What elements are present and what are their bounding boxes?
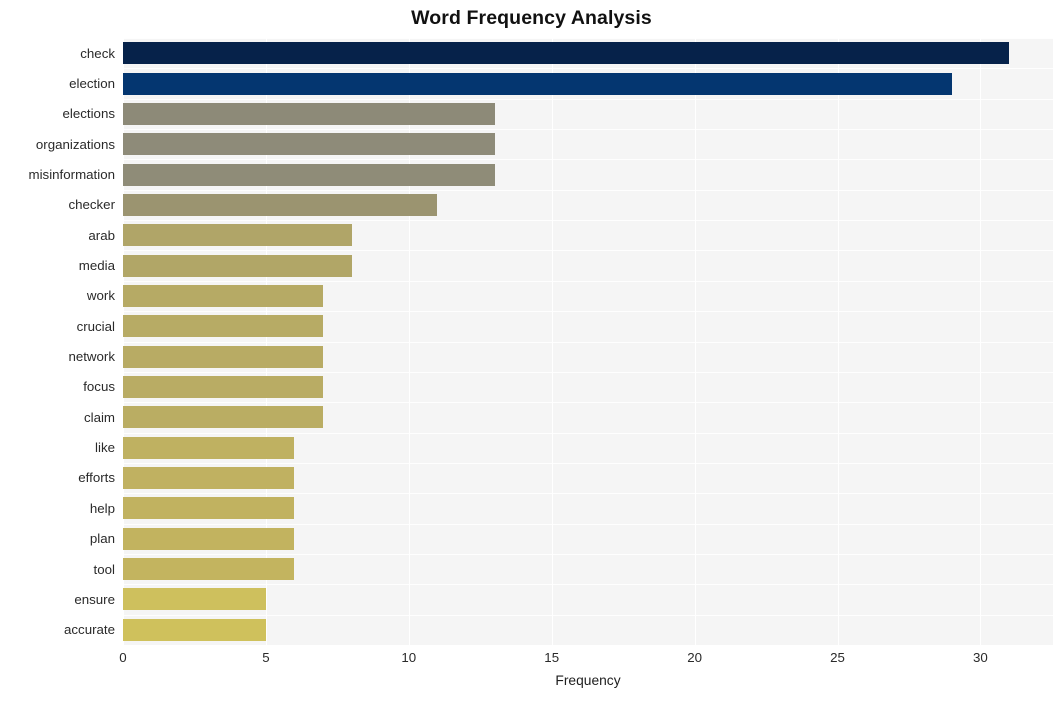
y-tick-label-help: help (89, 500, 115, 516)
chart-title: Word Frequency Analysis (411, 7, 652, 29)
bar-row (123, 345, 1053, 368)
y-tick-label-media: media (78, 258, 115, 274)
bar-row (123, 558, 1053, 581)
y-tick-label-work: work (86, 288, 115, 304)
bar-row (123, 527, 1053, 550)
y-tick-label-accurate: accurate (64, 622, 115, 638)
bars-layer (123, 38, 1053, 645)
bar-row (123, 102, 1053, 125)
y-tick-label-organizations: organizations (35, 136, 115, 152)
bar-row (123, 284, 1053, 307)
bar-elections[interactable] (123, 102, 495, 125)
x-tick-label-5: 5 (262, 650, 270, 665)
y-axis-category-labels: check election elections organizations misin… (0, 38, 115, 645)
x-tick-label-30: 30 (973, 650, 988, 665)
y-tick-label-elections: elections (62, 106, 115, 122)
bar-claim[interactable] (123, 406, 324, 429)
bar-arab[interactable] (123, 224, 352, 247)
y-tick-label-arab: arab (88, 227, 115, 243)
bar-election[interactable] (123, 72, 952, 95)
bar-row (123, 588, 1053, 611)
bar-ensure[interactable] (123, 588, 266, 611)
y-tick-label-network: network (68, 349, 115, 365)
x-axis-title: Frequency (555, 673, 621, 688)
word-frequency-chart: Word Frequency Analysis check election ele… (0, 0, 1063, 701)
bar-work[interactable] (123, 284, 324, 307)
bar-tool[interactable] (123, 558, 295, 581)
x-tick-label-15: 15 (544, 650, 560, 665)
y-tick-label-tool: tool (93, 561, 115, 577)
bar-row (123, 467, 1053, 490)
bar-organizations[interactable] (123, 133, 495, 156)
bar-media[interactable] (123, 254, 352, 277)
bar-row (123, 163, 1053, 186)
x-tick-label-20: 20 (687, 650, 702, 665)
x-axis-tick-labels: 0 5 10 15 20 25 30 (119, 645, 1053, 675)
bar-focus[interactable] (123, 376, 324, 399)
bar-row (123, 42, 1053, 65)
y-tick-label-plan: plan (89, 531, 115, 547)
bar-accurate[interactable] (123, 618, 266, 641)
y-tick-label-claim: claim (83, 409, 115, 425)
bar-row (123, 72, 1053, 95)
bar-row (123, 406, 1053, 429)
bar-row (123, 618, 1053, 641)
x-tick-label-25: 25 (830, 650, 845, 665)
bar-check[interactable] (123, 42, 1009, 65)
y-tick-label-ensure: ensure (74, 591, 115, 607)
y-tick-label-check: check (80, 45, 115, 61)
y-tick-label-election: election (69, 75, 115, 91)
bar-row (123, 193, 1053, 216)
bar-misinformation[interactable] (123, 163, 495, 186)
bar-efforts[interactable] (123, 467, 295, 490)
bar-network[interactable] (123, 345, 324, 368)
bar-row (123, 315, 1053, 338)
bar-row (123, 133, 1053, 156)
bar-row (123, 254, 1053, 277)
bar-row (123, 224, 1053, 247)
bar-crucial[interactable] (123, 315, 324, 338)
plot-area (123, 38, 1053, 646)
bar-checker[interactable] (123, 193, 438, 216)
bar-plan[interactable] (123, 527, 295, 550)
y-tick-label-crucial: crucial (76, 318, 115, 334)
bar-row (123, 376, 1053, 399)
y-tick-label-focus: focus (83, 379, 115, 395)
y-tick-label-misinformation: misinformation (28, 166, 115, 182)
bar-help[interactable] (123, 497, 295, 520)
bar-row (123, 497, 1053, 520)
bar-row (123, 436, 1053, 459)
x-tick-label-0: 0 (119, 650, 127, 665)
bar-like[interactable] (123, 436, 295, 459)
y-tick-label-checker: checker (68, 197, 115, 213)
x-tick-label-10: 10 (401, 650, 417, 665)
y-tick-label-like: like (95, 440, 115, 456)
y-tick-label-efforts: efforts (78, 470, 115, 486)
